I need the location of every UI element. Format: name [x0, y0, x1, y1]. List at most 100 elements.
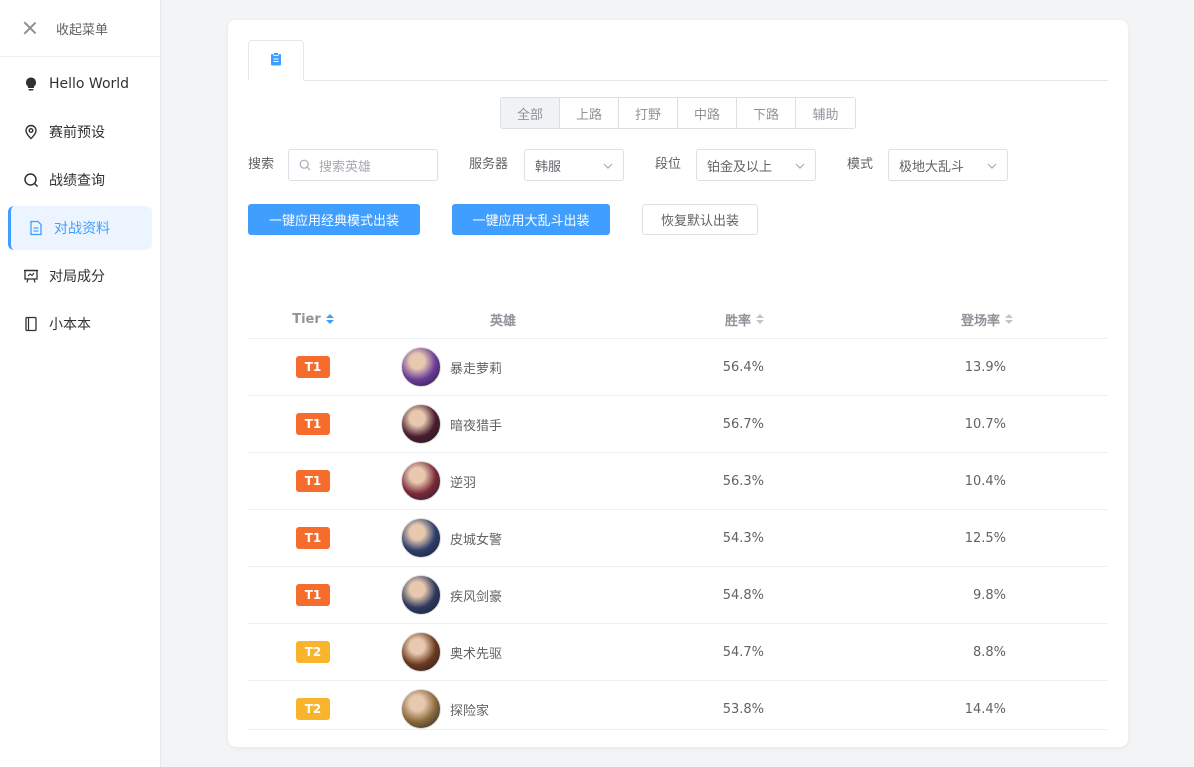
clipboard-icon — [270, 51, 282, 70]
mode-label: 模式 — [847, 157, 874, 172]
pick-rate-value: 13.9% — [964, 359, 1006, 375]
table-body: T1 暴走萝莉 56.4% 13.9% T1 暗夜猎手 56.7% 10.7% T1 逆羽 56.3… — [248, 339, 1108, 729]
win-rate-value: 54.8% — [722, 587, 764, 603]
search-icon — [299, 159, 311, 171]
tier-badge: T1 — [296, 356, 330, 378]
win-rate-value: 56.3% — [722, 473, 764, 489]
filter-bar: 搜索 搜索英雄 服务器 韩服 段位 铂金及以上 模式 极地大乱斗 — [248, 149, 1108, 181]
sidebar-item-label: Hello World — [49, 76, 130, 92]
table-row[interactable]: T1 皮城女警 54.3% 12.5% — [248, 510, 1108, 567]
pick-rate-value: 10.7% — [964, 416, 1006, 432]
table-row[interactable]: T2 奥术先驱 54.7% 8.8% — [248, 624, 1108, 681]
rank-label: 段位 — [655, 157, 682, 172]
tier-cell: T2 — [248, 698, 378, 720]
server-value: 韩服 — [535, 159, 562, 175]
tier-cell: T1 — [248, 584, 378, 606]
position-option-all[interactable]: 全部 — [501, 98, 560, 128]
column-header-pick-rate[interactable]: 登场率 — [768, 310, 1108, 329]
pick-rate-value: 12.5% — [964, 530, 1006, 546]
location-icon — [22, 123, 40, 141]
sidebar-item-label: 战绩查询 — [49, 173, 105, 189]
hero-avatar — [401, 461, 441, 501]
server-select[interactable]: 韩服 — [524, 149, 624, 181]
tier-cell: T1 — [248, 527, 378, 549]
tier-cell: T1 — [248, 470, 378, 492]
collapse-menu-label: 收起菜单 — [56, 22, 109, 38]
tier-cell: T1 — [248, 356, 378, 378]
column-header-label: 登场率 — [960, 313, 1000, 329]
win-rate-value: 56.7% — [722, 416, 764, 432]
hero-avatar — [401, 518, 441, 558]
hero-name: 奥术先驱 — [450, 646, 503, 662]
hero-avatar — [401, 575, 441, 615]
collapse-menu-button[interactable]: 收起菜单 — [0, 0, 160, 57]
column-header-win-rate[interactable]: 胜率 — [628, 310, 768, 329]
hero-name: 探险家 — [450, 703, 490, 719]
pick-rate-cell: 9.8% — [768, 588, 1108, 603]
bulb-icon — [22, 75, 40, 93]
sidebar-item-match-history[interactable]: 战绩查询 — [8, 158, 152, 202]
tier-badge: T1 — [296, 413, 330, 435]
tier-badge: T1 — [296, 584, 330, 606]
sidebar-item-match-composition[interactable]: 对局成分 — [8, 254, 152, 298]
position-option-mid[interactable]: 中路 — [678, 98, 737, 128]
tier-badge: T2 — [296, 641, 330, 663]
win-rate-cell: 56.7% — [628, 417, 768, 432]
search-icon — [22, 171, 40, 189]
sort-icon — [325, 314, 334, 324]
hero-name: 逆羽 — [450, 475, 477, 491]
table-row[interactable]: T2 探险家 53.8% 14.4% — [248, 681, 1108, 729]
sidebar-item-hello-world[interactable]: Hello World — [8, 62, 152, 106]
win-rate-cell: 54.3% — [628, 531, 768, 546]
hero-cell: 暴走萝莉 — [378, 347, 628, 387]
hero-name: 暗夜猎手 — [450, 418, 503, 434]
column-header-label: Tier — [292, 311, 321, 327]
sidebar-item-notebook[interactable]: 小本本 — [8, 302, 152, 346]
win-rate-value: 54.3% — [722, 530, 764, 546]
pick-rate-value: 14.4% — [964, 701, 1006, 717]
close-icon — [22, 20, 38, 36]
column-header-label: 英雄 — [489, 313, 516, 329]
pick-rate-cell: 8.8% — [768, 645, 1108, 660]
position-option-support[interactable]: 辅助 — [796, 98, 855, 128]
search-input[interactable]: 搜索英雄 — [288, 149, 438, 181]
pick-rate-value: 8.8% — [972, 644, 1006, 660]
rank-value: 铂金及以上 — [707, 159, 773, 175]
position-option-top[interactable]: 上路 — [560, 98, 619, 128]
tab-clipboard[interactable] — [248, 40, 304, 81]
rank-select[interactable]: 铂金及以上 — [696, 149, 816, 181]
sidebar-item-battle-data[interactable]: 对战资料 — [8, 206, 152, 250]
hero-name: 暴走萝莉 — [450, 361, 503, 377]
search-placeholder: 搜索英雄 — [319, 159, 372, 175]
position-option-jungle[interactable]: 打野 — [619, 98, 678, 128]
hero-avatar — [401, 404, 441, 444]
chevron-down-icon — [987, 158, 997, 173]
table-row[interactable]: T1 疾风剑豪 54.8% 9.8% — [248, 567, 1108, 624]
win-rate-cell: 54.7% — [628, 645, 768, 660]
sidebar-item-label: 对局成分 — [49, 269, 105, 285]
apply-aram-build-button[interactable]: 一键应用大乱斗出装 — [452, 204, 610, 235]
hero-cell: 逆羽 — [378, 461, 628, 501]
column-header-label: 胜率 — [724, 313, 751, 329]
pick-rate-cell: 14.4% — [768, 702, 1108, 717]
restore-default-build-button[interactable]: 恢复默认出装 — [642, 204, 758, 235]
table-row[interactable]: T1 暴走萝莉 56.4% 13.9% — [248, 339, 1108, 396]
hero-cell: 奥术先驱 — [378, 632, 628, 672]
main-card: 全部 上路 打野 中路 下路 辅助 搜索 搜索英雄 服务器 韩服 段位 铂金及以… — [228, 20, 1128, 747]
server-label: 服务器 — [469, 157, 509, 172]
mode-select[interactable]: 极地大乱斗 — [888, 149, 1008, 181]
table-row[interactable]: T1 暗夜猎手 56.7% 10.7% — [248, 396, 1108, 453]
sidebar-item-pregame-preset[interactable]: 赛前预设 — [8, 110, 152, 154]
column-header-tier[interactable]: Tier — [248, 312, 378, 327]
position-option-bottom[interactable]: 下路 — [737, 98, 796, 128]
tier-badge: T1 — [296, 527, 330, 549]
sort-icon — [756, 314, 764, 324]
hero-avatar — [401, 632, 441, 672]
apply-classic-build-button[interactable]: 一键应用经典模式出装 — [248, 204, 420, 235]
tier-cell: T2 — [248, 641, 378, 663]
document-icon — [27, 219, 45, 237]
pick-rate-value: 10.4% — [964, 473, 1006, 489]
sidebar-item-label: 小本本 — [49, 317, 91, 333]
table-row[interactable]: T1 逆羽 56.3% 10.4% — [248, 453, 1108, 510]
pick-rate-cell: 10.4% — [768, 474, 1108, 489]
